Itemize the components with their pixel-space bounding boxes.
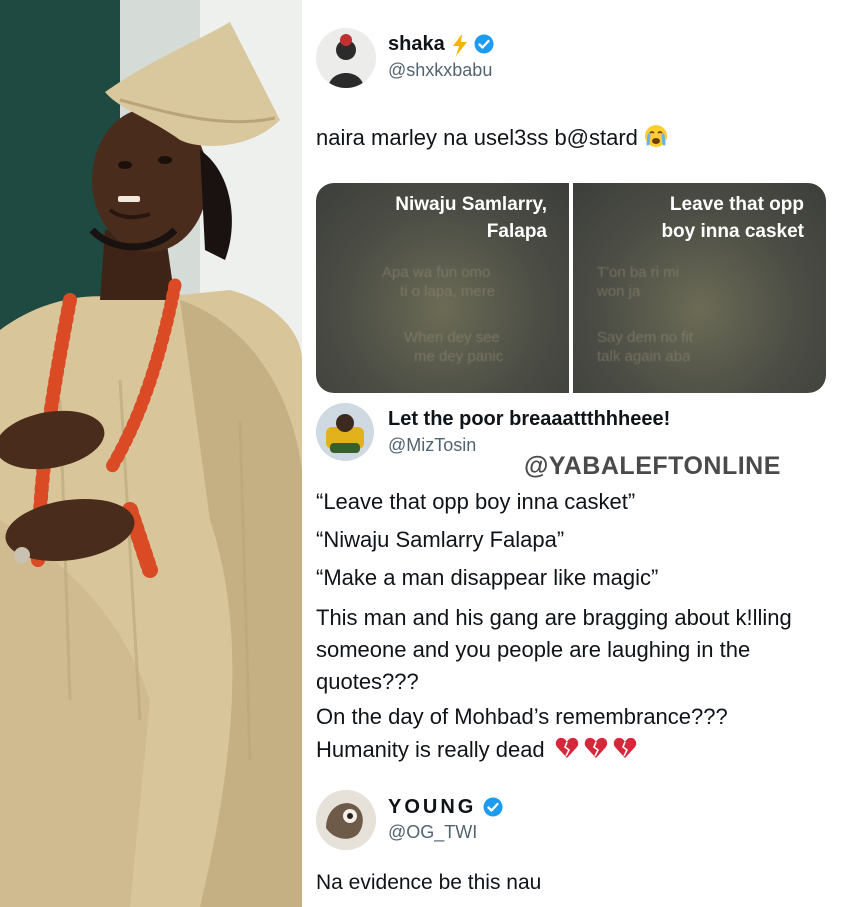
tweet-column: shaka @shxkxbabu naira marley na usel3ss… [302, 0, 843, 907]
tweet-text: someone and you people are laughing in t… [316, 637, 751, 662]
artist-photo [0, 0, 302, 907]
avatar-image [316, 28, 376, 88]
watermark: @YABALEFTONLINE [524, 452, 781, 480]
tweet-text: On the day of Mohbad’s remembrance??? [316, 704, 728, 729]
lightning-icon [451, 34, 469, 61]
handle[interactable]: @OG_TWI [388, 822, 477, 843]
verified-badge-icon [474, 34, 494, 59]
tweet-text: Humanity is really dead [316, 736, 641, 766]
artist-photo-illustration [0, 0, 302, 907]
media-lyric: talk again aba [597, 348, 691, 365]
tweet-text: “Make a man disappear like magic” [316, 565, 659, 590]
broken-heart-icon [555, 736, 641, 766]
media-lyric: Apa wa fun omo [382, 264, 491, 281]
handle[interactable]: @shxkxbabu [388, 60, 492, 81]
media-grid[interactable]: Niwaju Samlarry, Falapa Apa wa fun omo t… [316, 183, 826, 393]
avatar[interactable] [316, 403, 374, 461]
media-title-right-line2: boy inna casket [661, 221, 804, 242]
tweet-text: quotes??? [316, 669, 419, 694]
media-title-right: Leave that opp boy inna casket [661, 191, 804, 245]
media-card-right[interactable]: Leave that opp boy inna casket T'on ba r… [573, 183, 826, 393]
tweet-text: naira marley na usel3ss b@stard [316, 124, 668, 154]
handle[interactable]: @MizTosin [388, 435, 476, 456]
avatar[interactable] [316, 28, 376, 88]
media-lyric: T'on ba ri mi [597, 264, 680, 281]
media-lyric: ti o lapa, mere [400, 283, 496, 300]
media-title-left-line1: Niwaju Samlarry, [395, 194, 547, 215]
media-lyric: me dey panic [414, 348, 504, 365]
media-lyric: won ja [597, 283, 641, 300]
media-card-left[interactable]: Niwaju Samlarry, Falapa Apa wa fun omo t… [316, 183, 569, 393]
media-title-left: Niwaju Samlarry, Falapa [395, 191, 547, 245]
media-title-right-line1: Leave that opp [669, 194, 804, 215]
tweet-text: “Niwaju Samlarry Falapa” [316, 527, 565, 552]
media-lyric: Say dem no fit [597, 329, 693, 346]
display-name[interactable]: shaka [388, 33, 445, 56]
display-name[interactable]: Let the poor breaaattthhheee! [388, 408, 670, 431]
display-name[interactable]: YOUNG [388, 796, 476, 819]
avatar[interactable] [316, 790, 376, 850]
tweet-text: Na evidence be this nau [316, 871, 542, 894]
verified-badge-icon [483, 797, 503, 822]
loudly-crying-face-icon [644, 124, 668, 154]
media-title-left-line2: Falapa [486, 221, 547, 242]
tweet-text: This man and his gang are bragging about… [316, 605, 792, 630]
avatar-image [316, 790, 376, 850]
tweet-text-content: naira marley na usel3ss b@stard [316, 124, 638, 150]
media-lyric: When dey see [404, 329, 500, 346]
avatar-image [316, 403, 374, 461]
tweet-text-content: Humanity is really dead [316, 736, 545, 762]
tweet-text: “Leave that opp boy inna casket” [316, 489, 636, 514]
